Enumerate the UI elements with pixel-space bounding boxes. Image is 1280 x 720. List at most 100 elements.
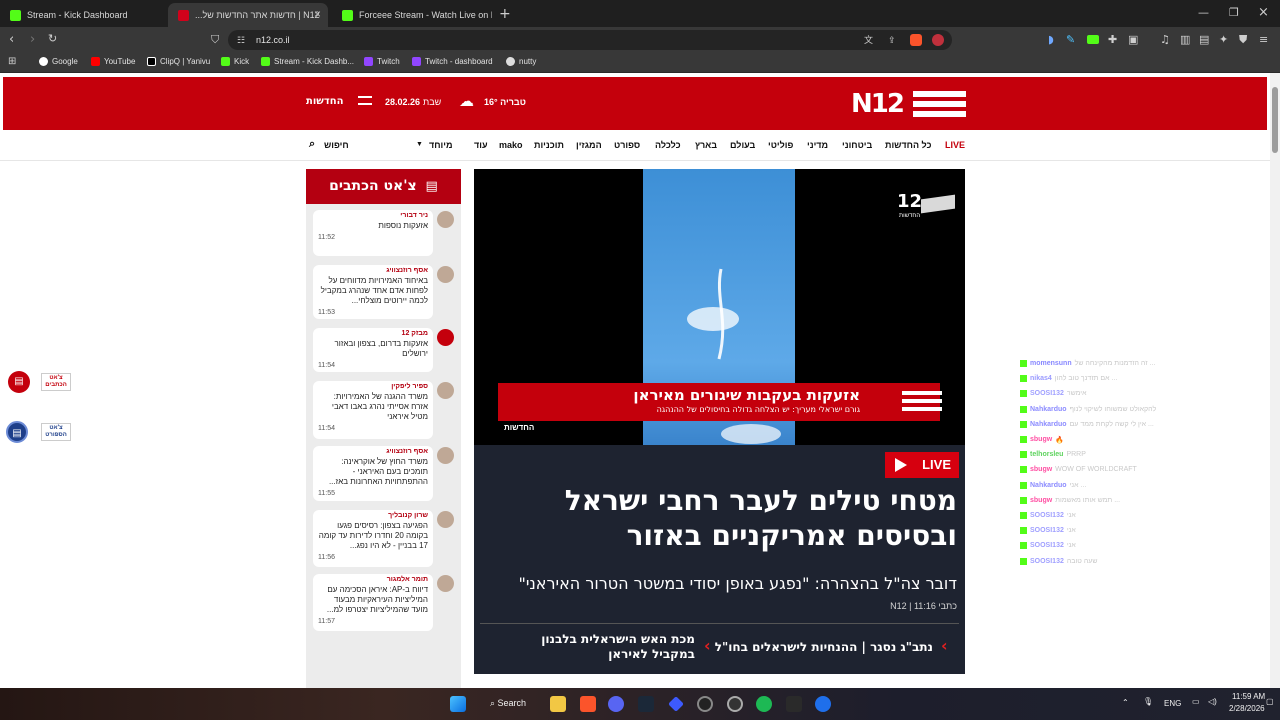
menu-icon[interactable]: ≡ (1259, 33, 1268, 46)
app-icon[interactable] (727, 696, 743, 712)
spotify-icon[interactable] (756, 696, 772, 712)
file-explorer-icon[interactable] (550, 696, 566, 712)
nav-all-news[interactable]: כל החדשות (885, 140, 932, 150)
bookmark-twitch[interactable]: Twitch (364, 57, 400, 66)
nav-mako[interactable]: mako (499, 140, 523, 150)
scrollbar-thumb[interactable] (1272, 87, 1278, 153)
discord-icon[interactable] (608, 696, 624, 712)
related-link[interactable]: מכת האש הישראלית בלבנון במקביל לאיראן (495, 632, 695, 662)
bookmark-twitch-dashboard[interactable]: Twitch - dashboard (412, 57, 493, 66)
chatter-name: Nahkarduo (1030, 405, 1067, 413)
related-link[interactable]: נתב"ג נסגר | ההנחיות לישראלים בחו"ל (713, 640, 933, 655)
minimize-icon[interactable]: — (1198, 6, 1209, 19)
nav-political[interactable]: פוליטי (768, 140, 793, 150)
bookmark-kick[interactable]: Kick (221, 57, 249, 66)
search-link[interactable]: חיפוש (324, 140, 349, 150)
reload-icon[interactable]: ↻ (48, 32, 57, 45)
site-info-icon[interactable]: ☷ (237, 30, 245, 50)
capcut-icon[interactable] (786, 696, 802, 712)
media-icon[interactable]: ♫ (1160, 33, 1170, 46)
reporter-message[interactable]: שרון קנובליך הפגיעה בצפון: רסיסים פגעו בק… (313, 510, 433, 567)
tab-kick-dashboard[interactable]: Stream - Kick Dashboard (0, 3, 164, 27)
sport-chat-float-label[interactable]: צ'אט הספורט (41, 423, 71, 441)
bookmark-label: Kick (234, 57, 250, 66)
reporter-message[interactable]: אסף רוזנצוויג משרד החוץ של אוקראינה: תומכ… (313, 446, 433, 501)
nav-more[interactable]: עוד (474, 140, 488, 150)
clock-date[interactable]: 2/28/2026 (1229, 704, 1265, 713)
kick-extension-icon[interactable] (1087, 35, 1099, 44)
kick-badge-icon (1020, 360, 1027, 367)
app-icon[interactable] (815, 696, 831, 712)
sport-chat-float-button[interactable]: ▤ (6, 421, 28, 443)
reporters-chat-header[interactable]: צ'אט הכתבים ▤ (306, 169, 461, 204)
close-window-icon[interactable]: × (1258, 5, 1269, 20)
reporters-chat-float-label[interactable]: צ'אט הכתבים (41, 373, 71, 391)
taskbar-search[interactable]: ⌕ Search (490, 698, 526, 709)
language-indicator[interactable]: ENG (1164, 699, 1181, 708)
reporter-message[interactable]: תומר אלמגור דיווח ב-AP: איראן הסכימה עם ה… (313, 574, 433, 631)
nav-israel[interactable]: בארץ (695, 140, 717, 150)
puzzle-icon[interactable]: ✚ (1108, 33, 1117, 46)
reporter-message[interactable]: ספיר ליפקין משרד ההגנה של האמירויות: אזרח… (313, 381, 433, 439)
live-badge[interactable]: LIVE (885, 452, 959, 478)
app-icon[interactable] (668, 696, 684, 712)
share-icon[interactable]: ⇪ (888, 30, 896, 50)
wallet-icon[interactable]: ▤ (1199, 33, 1209, 46)
translate-icon[interactable]: 文 (864, 30, 873, 50)
windows-start-icon[interactable] (450, 696, 466, 712)
nav-live[interactable]: LIVE (945, 140, 965, 150)
steam-icon[interactable] (638, 696, 654, 712)
bookmark-icon[interactable]: ⛉ (211, 33, 219, 47)
forward-icon[interactable]: › (30, 32, 35, 47)
tab-forceee-stream[interactable]: Forceee Stream - Watch Live on Kick (332, 3, 492, 27)
nav-world[interactable]: בעולם (730, 140, 755, 150)
maximize-icon[interactable]: ❐ (1229, 6, 1239, 19)
ai-icon[interactable]: ✦ (1219, 33, 1228, 46)
bookmark-clipq[interactable]: ClipQ | Yanivu (147, 57, 210, 66)
live-video-player[interactable]: 12 החדשות אזעקות בעקבות שיגורים מאיראן ג… (474, 169, 965, 445)
n12-logo[interactable]: N12 (851, 89, 966, 119)
nav-shows[interactable]: תוכניות (534, 140, 564, 150)
reporter-message[interactable]: אסף רוזנצוויג באיחוד האמירויות מדווחים על… (313, 265, 433, 319)
brave-shields-icon[interactable] (910, 34, 922, 46)
nav-security[interactable]: ביטחוני (842, 140, 872, 150)
close-tab-icon[interactable]: × (314, 7, 321, 21)
nav-economy[interactable]: כלכלה (655, 140, 681, 150)
tab-n12[interactable]: N12 | חדשות אתר החדשות של... × (168, 3, 328, 27)
notifications-icon[interactable]: ▢ (1266, 697, 1274, 706)
reporter-message[interactable]: ניר דבורי אזעקות נוספות 11:52 (313, 210, 433, 256)
search-icon[interactable]: ⌕ (309, 138, 315, 151)
back-icon[interactable]: ‹ (9, 32, 14, 47)
hero-headline[interactable]: מטחי טילים לעבר רחבי ישראל ובסיסים אמריק… (497, 483, 957, 553)
nav-diplomatic[interactable]: מדיני (807, 140, 828, 150)
reporters-chat-float-button[interactable]: ▤ (8, 371, 30, 393)
brave-browser-icon[interactable] (580, 696, 596, 712)
address-bar[interactable]: ☷ n12.co.il 文 ⇪ (228, 30, 952, 50)
page-scrollbar[interactable] (1270, 73, 1280, 688)
new-tab-icon[interactable]: + (499, 6, 511, 22)
bookmark-nutty[interactable]: nutty (506, 57, 536, 66)
nav-magazine[interactable]: המגזין (576, 140, 602, 150)
volume-icon[interactable]: ◁) (1208, 697, 1217, 706)
brave-rewards-icon[interactable] (932, 34, 944, 46)
extension-icon[interactable]: ◗ (1048, 33, 1054, 46)
bookmark-google[interactable]: Google (39, 57, 78, 66)
reporter-message[interactable]: מבזק 12 אזעקות בדרום, בצפון ובאזור ירושלי… (313, 328, 433, 372)
clock-time[interactable]: 11:59 AM (1232, 692, 1265, 701)
chat-bubble-icon: ▤ (425, 179, 438, 194)
screenshot-icon[interactable]: ▣ (1128, 33, 1138, 46)
bookmark-kick-dashboard[interactable]: Stream - Kick Dashb... (261, 57, 354, 66)
extension-icon[interactable]: ✎ (1066, 33, 1075, 46)
sidebar-icon[interactable]: ▥ (1180, 33, 1190, 46)
hero-article[interactable]: 12 החדשות אזעקות בעקבות שיגורים מאיראן ג… (474, 169, 965, 674)
kick-badge-icon (1020, 527, 1027, 535)
nav-sport[interactable]: ספורט (614, 140, 640, 150)
vpn-icon[interactable]: ⛊ (1239, 33, 1247, 47)
nav-special[interactable]: מיוחד (429, 140, 453, 150)
bookmark-youtube[interactable]: YouTube (91, 57, 135, 66)
apps-grid-icon[interactable]: ⊞ (8, 56, 16, 67)
obs-icon[interactable] (697, 696, 713, 712)
tray-overflow-icon[interactable]: ⌃ (1122, 698, 1129, 707)
network-icon[interactable]: ▭ (1192, 697, 1200, 706)
microphone-icon[interactable]: 🎙 (1143, 697, 1153, 706)
